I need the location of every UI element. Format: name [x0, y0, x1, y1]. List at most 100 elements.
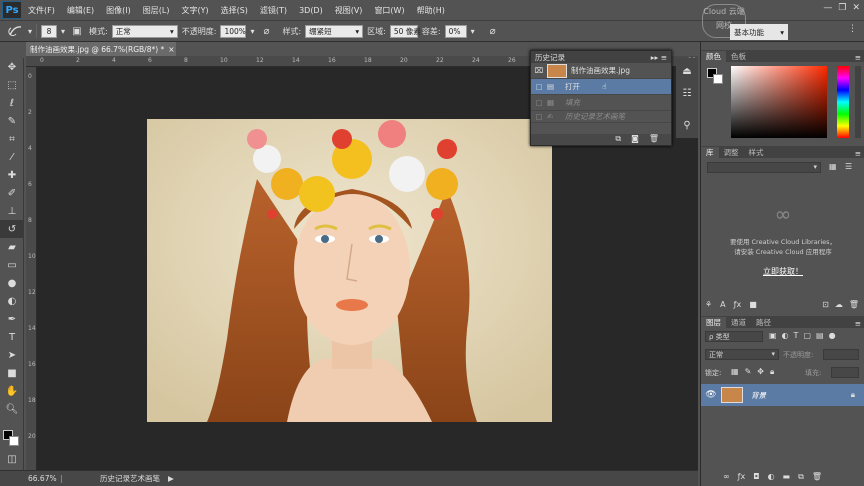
pen-tool-icon[interactable]: ✒ — [0, 310, 24, 328]
library-select[interactable]: ▾ — [707, 162, 821, 173]
panel-menu-icon[interactable]: ≡ — [855, 149, 864, 158]
crop-tool-icon[interactable]: ⌗ — [0, 130, 24, 148]
tool-preset-arrow-icon[interactable]: ▾ — [28, 27, 32, 36]
history-source-icon[interactable]: ▢ — [531, 82, 547, 91]
layer-style-icon[interactable]: ƒx — [738, 472, 746, 482]
visibility-eye-icon[interactable]: 👁︎ — [701, 390, 721, 400]
sync-icon[interactable]: ☁ — [835, 300, 843, 309]
document-tab[interactable]: 制作油画效果.jpg @ 66.7%(RGB/8*) * × — [26, 42, 176, 56]
add-color-icon[interactable]: ■ — [749, 300, 757, 309]
history-source-icon[interactable]: ▢ — [531, 112, 547, 121]
lock-position-icon[interactable]: ✥ — [757, 367, 764, 377]
shape-tool-icon[interactable]: ■ — [0, 364, 24, 382]
scrollbar[interactable] — [855, 66, 861, 138]
maximize-icon[interactable]: ❐ — [838, 3, 846, 13]
gradient-tool-icon[interactable]: ▭ — [0, 256, 24, 274]
list-view-icon[interactable]: ☰ — [845, 162, 855, 172]
trash-icon[interactable]: 🗑︎ — [849, 300, 859, 309]
menu-layer[interactable]: 图层(L) — [137, 5, 176, 16]
menu-window[interactable]: 窗口(W) — [368, 5, 410, 16]
opacity-field[interactable]: 100% — [220, 24, 247, 38]
brush-picker-arrow-icon[interactable]: ▾ — [61, 27, 65, 36]
tolerance-arrow-icon[interactable]: ▾ — [471, 27, 475, 36]
trash-icon[interactable]: 🗑︎ — [649, 134, 659, 145]
menu-filter[interactable]: 滤镜(T) — [254, 5, 293, 16]
brush-tool-icon[interactable]: ✐ — [0, 184, 24, 202]
workspace-menu-icon[interactable]: ⋮ — [848, 24, 860, 38]
new-snapshot-icon[interactable]: ◙ — [631, 134, 639, 145]
tool-presets-dock-icon[interactable]: ⚲ — [676, 116, 698, 134]
filter-toggle-icon[interactable]: ● — [829, 331, 836, 340]
clone-stamp-tool-icon[interactable]: ⊥ — [0, 202, 24, 220]
panel-menu-icon[interactable]: ≡ — [855, 53, 864, 62]
history-panel-title[interactable]: 历史记录 — [535, 52, 565, 63]
zoom-tool-icon[interactable]: 🔍︎ — [0, 400, 24, 418]
add-mask-icon[interactable]: ◘ — [753, 472, 759, 482]
blur-tool-icon[interactable]: ● — [0, 274, 24, 292]
workspace-select[interactable]: 基本功能 ▾ — [730, 24, 788, 40]
pressure-size-icon[interactable]: ⌀ — [485, 23, 501, 39]
shape-filter-icon[interactable]: ▢ — [803, 331, 811, 340]
menu-image[interactable]: 图像(I) — [100, 5, 137, 16]
tab-libraries[interactable]: 库 — [701, 147, 719, 158]
history-brush-tool-icon[interactable]: ↺ — [0, 220, 24, 238]
area-field[interactable]: 50 像素 — [389, 24, 421, 38]
smart-object-filter-icon[interactable]: ▤ — [816, 331, 824, 340]
tab-layers[interactable]: 图层 — [701, 317, 726, 328]
adjustment-layer-icon[interactable]: ◐ — [768, 472, 775, 482]
menu-edit[interactable]: 编辑(E) — [61, 5, 100, 16]
hue-slider[interactable] — [837, 66, 849, 138]
pressure-opacity-icon[interactable]: ⌀ — [258, 23, 274, 39]
brush-panel-toggle-icon[interactable]: ▣ — [69, 23, 85, 39]
art-history-brush-tool-icon[interactable] — [8, 23, 24, 39]
lock-transparency-icon[interactable]: ▦ — [731, 367, 739, 377]
background-color-swatch[interactable] — [9, 436, 19, 446]
healing-brush-tool-icon[interactable]: ✚ — [0, 166, 24, 184]
stock-icon[interactable]: ⊡ — [822, 300, 829, 309]
menu-3d[interactable]: 3D(D) — [293, 6, 329, 15]
grid-view-icon[interactable]: ▦ — [829, 162, 839, 172]
layer-filter-select[interactable]: ρ 类型 — [705, 331, 763, 342]
tab-color[interactable]: 颜色 — [701, 51, 726, 62]
new-layer-icon[interactable]: ⧉ — [798, 472, 804, 482]
tab-paths[interactable]: 路径 — [751, 317, 776, 328]
get-it-now-link[interactable]: 立即获取！ — [701, 266, 864, 277]
marquee-tool-icon[interactable]: ⬚ — [0, 76, 24, 94]
menu-help[interactable]: 帮助(H) — [411, 5, 451, 16]
opacity-arrow-icon[interactable]: ▾ — [250, 27, 254, 36]
lock-all-icon[interactable]: 🔒︎ — [770, 367, 774, 377]
add-graphic-icon[interactable]: ⚘ — [705, 300, 712, 309]
type-tool-icon[interactable]: T — [0, 328, 24, 346]
tab-styles[interactable]: 样式 — [744, 147, 769, 158]
dodge-tool-icon[interactable]: ◐ — [0, 292, 24, 310]
close-tab-icon[interactable]: × — [168, 45, 174, 54]
add-text-icon[interactable]: A — [720, 300, 725, 309]
history-snapshot[interactable]: ⌧ 制作油画效果.jpg — [531, 63, 671, 79]
tab-adjustments[interactable]: 调整 — [719, 147, 744, 158]
path-select-tool-icon[interactable]: ➤ — [0, 346, 24, 364]
color-field[interactable] — [731, 66, 827, 138]
menu-select[interactable]: 选择(S) — [215, 5, 254, 16]
properties-dock-icon[interactable]: ☷ — [676, 84, 698, 102]
layer-name[interactable]: 背景 — [751, 390, 766, 401]
tolerance-field[interactable]: 0% — [444, 24, 467, 38]
style-select[interactable]: 绷紧短 ▾ — [305, 24, 364, 38]
new-group-icon[interactable]: ▬ — [783, 472, 791, 482]
layer-row-background[interactable]: 👁︎ 背景 🔒︎ — [701, 384, 864, 406]
menu-type[interactable]: 文字(Y) — [175, 5, 214, 16]
background-color-swatch[interactable] — [713, 74, 723, 84]
tab-channels[interactable]: 通道 — [726, 317, 751, 328]
new-document-from-state-icon[interactable]: ⧉ — [615, 134, 621, 145]
eyedropper-tool-icon[interactable]: ⁄ — [0, 148, 24, 166]
menu-view[interactable]: 视图(V) — [329, 5, 369, 16]
lasso-tool-icon[interactable]: ℓ — [0, 94, 24, 112]
quick-mask-icon[interactable]: ◫ — [0, 450, 24, 468]
adjustment-filter-icon[interactable]: ◐ — [782, 331, 789, 340]
mode-select[interactable]: 正常 ▾ — [111, 24, 178, 38]
document-image[interactable] — [147, 119, 552, 422]
fill-field[interactable] — [831, 367, 859, 378]
eraser-tool-icon[interactable]: ▰ — [0, 238, 24, 256]
panel-menu-icon[interactable]: ≡ — [855, 319, 864, 328]
blend-mode-select[interactable]: 正常 ▾ — [705, 349, 779, 360]
history-source-icon[interactable]: ⌧ — [531, 66, 547, 75]
